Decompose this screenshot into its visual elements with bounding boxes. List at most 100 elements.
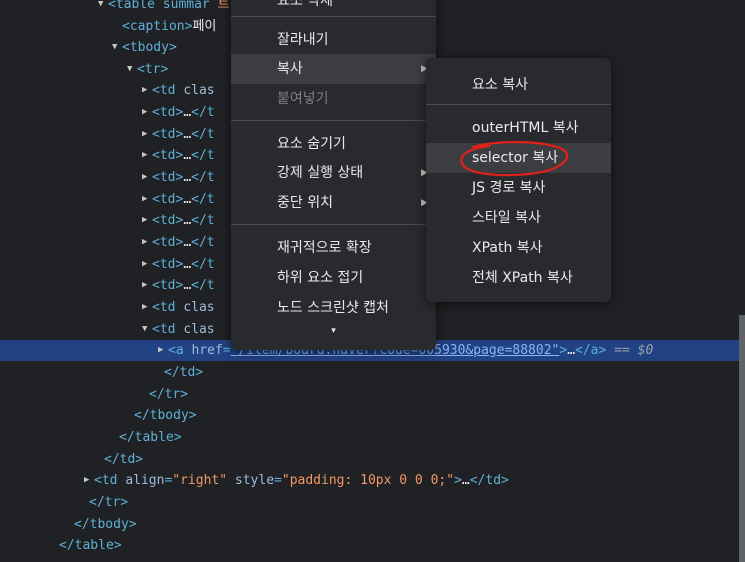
code-token: <a <box>168 343 192 358</box>
menu-item-force-state[interactable]: 강제 실행 상태 ▶ <box>231 158 436 188</box>
collapse-triangle-icon[interactable]: ▶ <box>142 145 152 166</box>
code-token: style <box>234 473 275 488</box>
expand-triangle-icon[interactable]: ▼ <box>127 59 137 80</box>
code-token: <td> <box>152 257 184 272</box>
code-token: <td <box>94 473 126 488</box>
code-token: "padding: 10px 0 0 0;" <box>281 473 455 488</box>
collapse-triangle-icon[interactable]: ▶ <box>142 275 152 296</box>
code-token: > <box>454 473 462 488</box>
code-token: … <box>567 343 576 358</box>
dom-node-line[interactable]: ▶ <td align="right" style="padding: 10px … <box>84 470 509 491</box>
expand-triangle-icon[interactable]: ▼ <box>98 0 108 15</box>
dom-node-line[interactable]: ▼ <tbody> <box>112 37 177 58</box>
menu-item-hide-element[interactable]: 요소 숨기기 <box>231 129 436 159</box>
code-token: <td> <box>152 213 184 228</box>
code-token: <caption> <box>122 19 193 34</box>
menu-item-collapse-children[interactable]: 하위 요소 접기 <box>231 263 436 293</box>
expand-triangle-icon[interactable]: ▼ <box>112 37 122 58</box>
menu-item-break-on[interactable]: 중단 위치 ▶ <box>231 188 436 218</box>
submenu-item-copy-outerhtml[interactable]: outerHTML 복사 <box>426 113 611 143</box>
code-token: <tbody> <box>122 40 177 55</box>
dom-node-line[interactable]: ▼ <tr> <box>127 59 168 80</box>
code-token: </t <box>191 127 215 142</box>
code-token: </t <box>191 213 215 228</box>
menu-item-expand-recursively[interactable]: 재귀적으로 확장 <box>231 233 436 263</box>
code-token: <td> <box>152 235 184 250</box>
dom-node-line[interactable]: ▶ <td>…</t <box>142 210 215 231</box>
code-token: </td> <box>469 473 509 488</box>
annotation-circle <box>460 141 569 177</box>
menu-item-label: 중단 위치 <box>277 195 333 211</box>
menu-item-label: 하위 요소 접기 <box>277 270 364 286</box>
copy-submenu: 요소 복사 outerHTML 복사 selector 복사 JS 경로 복사 … <box>426 58 611 302</box>
collapse-triangle-icon[interactable]: ▶ <box>158 340 168 361</box>
dom-node-line[interactable]: ▶ <td>…</t <box>142 254 215 275</box>
dom-node-line[interactable]: ▼ <td clas <box>142 319 215 340</box>
collapse-triangle-icon[interactable]: ▶ <box>142 232 152 253</box>
dom-node-line[interactable]: </table> <box>109 427 182 448</box>
menu-item-cut[interactable]: 잘라내기 <box>231 25 436 55</box>
menu-item-label: 스타일 복사 <box>472 210 541 226</box>
menu-separator <box>231 16 436 17</box>
code-token: … <box>183 192 192 207</box>
code-token: </tbody> <box>134 408 197 423</box>
menu-item-delete-element[interactable]: 요소 삭제 <box>231 0 436 16</box>
code-token: <td <box>152 322 184 337</box>
dom-node-line[interactable]: </td> <box>154 362 203 383</box>
dom-node-line[interactable]: ▶ <td>…</t <box>142 145 215 166</box>
code-token: </table> <box>119 430 182 445</box>
code-token: <td <box>152 300 184 315</box>
code-token: <td> <box>152 278 184 293</box>
dom-node-line[interactable]: <caption>페이 <box>112 16 216 37</box>
collapse-triangle-icon[interactable]: ▶ <box>142 167 152 188</box>
code-token: … <box>183 257 192 272</box>
submenu-item-copy-styles[interactable]: 스타일 복사 <box>426 203 611 233</box>
collapse-triangle-icon[interactable]: ▶ <box>142 254 152 275</box>
code-token: align <box>125 473 165 488</box>
code-token: <td> <box>152 170 184 185</box>
code-token: "right" <box>172 473 228 488</box>
menu-item-copy[interactable]: 복사 ▶ <box>231 54 436 84</box>
collapse-triangle-icon[interactable]: ▶ <box>142 102 152 123</box>
dom-node-line[interactable]: ▶ <td clas <box>142 80 215 101</box>
menu-item-label: 노드 스크린샷 캡처 <box>277 300 389 316</box>
dom-node-line[interactable]: ▶ <td>…</t <box>142 167 215 188</box>
dom-node-line[interactable]: ▶ <td>…</t <box>142 275 215 296</box>
code-token: href <box>191 343 223 358</box>
code-token: … <box>183 127 192 142</box>
code-token: </tr> <box>89 495 129 510</box>
dom-node-line[interactable]: ▶ <td>…</t <box>142 232 215 253</box>
submenu-item-copy-full-xpath[interactable]: 전체 XPath 복사 <box>426 263 611 293</box>
submenu-item-copy-element[interactable]: 요소 복사 <box>426 70 611 100</box>
collapse-triangle-icon[interactable]: ▶ <box>142 189 152 210</box>
menu-item-label: 요소 숨기기 <box>277 136 346 152</box>
collapse-triangle-icon[interactable]: ▶ <box>142 297 152 318</box>
dom-node-line[interactable]: ▶ <td>…</t <box>142 189 215 210</box>
dom-node-line[interactable]: </tbody> <box>124 405 197 426</box>
scroll-down-icon[interactable]: ▾ <box>231 326 436 336</box>
dom-node-line[interactable]: ▶ <td>…</t <box>142 124 215 145</box>
dom-node-line[interactable]: ▶ <td clas <box>142 297 215 318</box>
code-token: <td> <box>152 127 184 142</box>
code-token: </t <box>191 278 215 293</box>
dom-node-line[interactable]: </tr> <box>79 492 128 513</box>
collapse-triangle-icon[interactable]: ▶ <box>84 470 94 491</box>
dom-node-line[interactable]: </table> <box>49 535 122 556</box>
dom-node-line[interactable]: </tbody> <box>64 514 137 535</box>
menu-item-capture-node-screenshot[interactable]: 노드 스크린샷 캡처 <box>231 293 436 323</box>
scrollbar[interactable] <box>739 315 745 562</box>
dom-node-line[interactable]: </tr> <box>139 384 188 405</box>
code-token: </table> <box>59 538 122 553</box>
expand-triangle-icon[interactable]: ▼ <box>142 319 152 340</box>
submenu-item-copy-xpath[interactable]: XPath 복사 <box>426 233 611 263</box>
code-token: = <box>222 343 231 358</box>
dom-node-line[interactable]: </td> <box>94 449 143 470</box>
dom-node-line[interactable]: ▶ <td>…</t <box>142 102 215 123</box>
collapse-triangle-icon[interactable]: ▶ <box>142 80 152 101</box>
code-token: … <box>183 170 192 185</box>
menu-separator <box>231 120 436 121</box>
code-token: </a> <box>575 343 607 358</box>
collapse-triangle-icon[interactable]: ▶ <box>142 210 152 231</box>
collapse-triangle-icon[interactable]: ▶ <box>142 124 152 145</box>
